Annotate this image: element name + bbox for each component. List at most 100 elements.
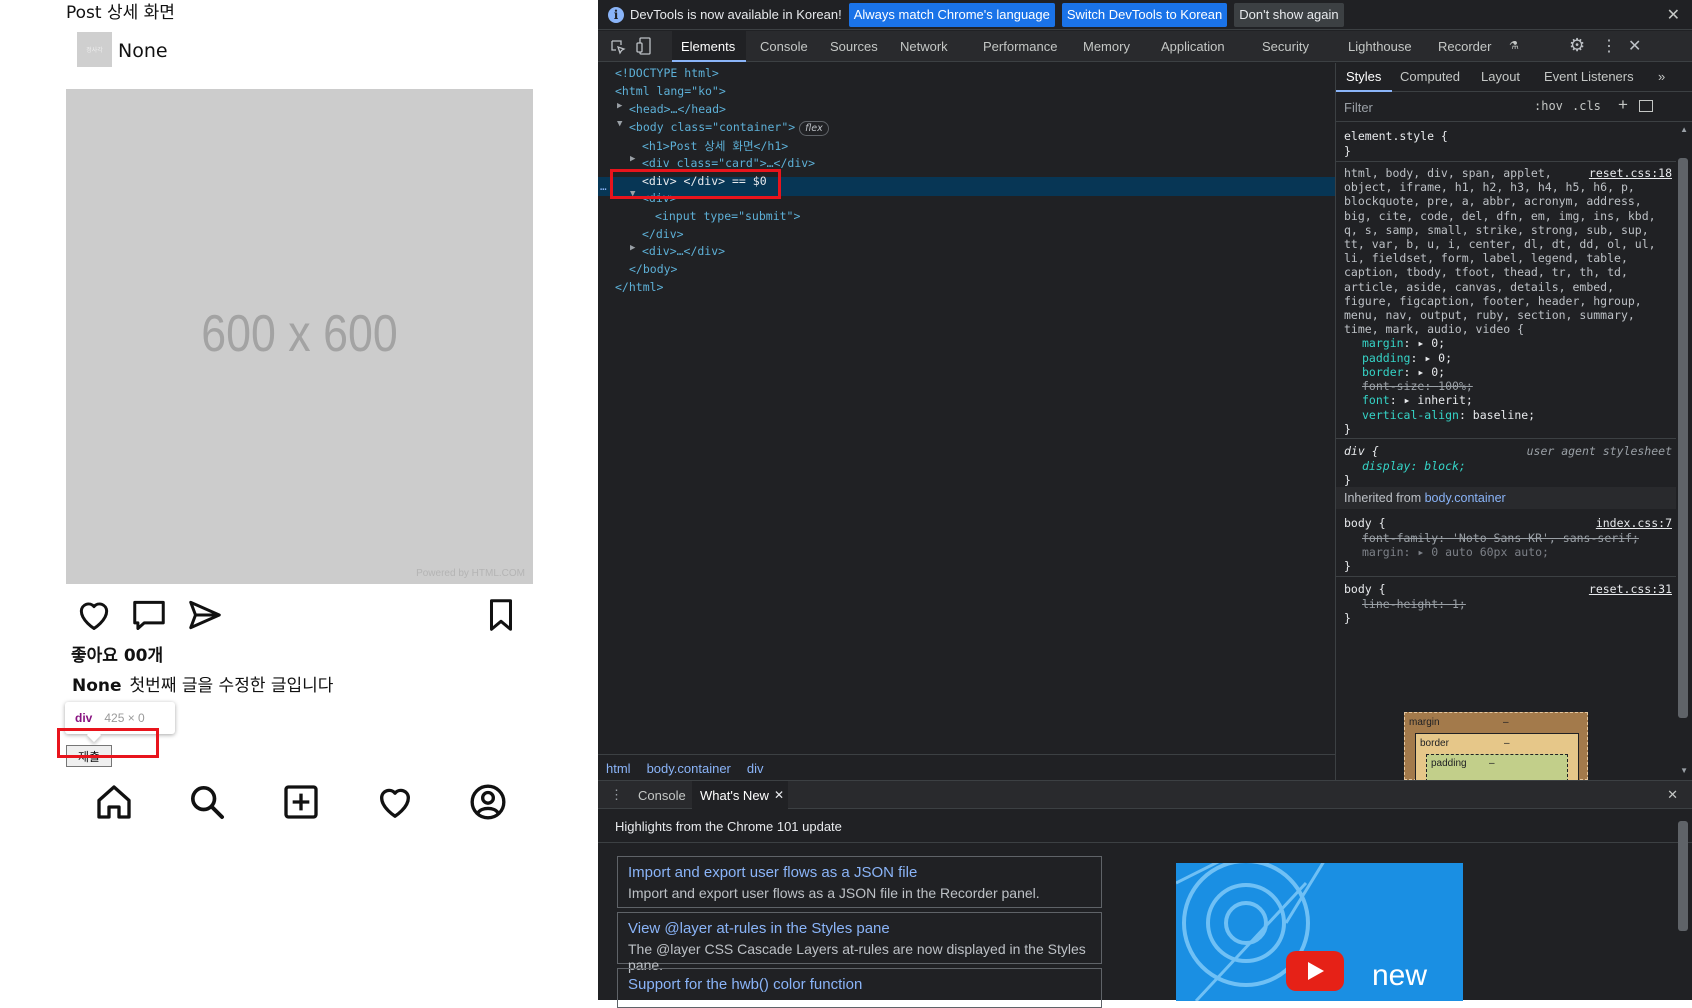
tab-network[interactable]: Network	[900, 39, 948, 54]
inspect-element-icon[interactable]	[610, 39, 626, 55]
breadcrumb-body[interactable]: body.container	[647, 761, 731, 776]
body-line-height[interactable]: line-height: 1;	[1362, 597, 1466, 611]
body-rule-2[interactable]: body {	[1344, 582, 1386, 596]
bookmark-icon[interactable]	[482, 596, 520, 634]
dont-show-again-button[interactable]: Don't show again	[1234, 2, 1344, 27]
box-model-border[interactable]: border – padding –	[1415, 733, 1579, 782]
close-icon[interactable]: ✕	[1667, 5, 1680, 25]
body-rule[interactable]: body {	[1344, 516, 1386, 530]
div-rule[interactable]: div {	[1344, 444, 1379, 458]
dom-html-close[interactable]: </html>	[615, 280, 663, 294]
dom-input-submit[interactable]: <input type="submit">	[655, 209, 800, 223]
reset-css-link-2[interactable]: reset.css:31	[1589, 582, 1672, 596]
expand-arrow-icon[interactable]: ▶	[617, 101, 622, 111]
close-devtools-icon[interactable]: ✕	[1628, 36, 1641, 56]
expand-arrow-icon[interactable]: ▶	[630, 243, 635, 253]
drawer-tab-console[interactable]: Console	[638, 788, 686, 803]
prop-border[interactable]: border: ▸ 0;	[1362, 365, 1445, 379]
switch-korean-button[interactable]: Switch DevTools to Korean	[1061, 2, 1228, 27]
drawer-active-tab[interactable]: What's New ✕	[692, 781, 788, 809]
dom-div-card[interactable]: <div class="card">…</div>	[642, 156, 815, 170]
drawer-menu-icon[interactable]: ⋮	[610, 787, 623, 803]
dom-head[interactable]: <head>…</head>	[629, 102, 726, 116]
inherited-link[interactable]: body.container	[1425, 491, 1506, 505]
infobar-message: DevTools is now available in Korean!	[630, 7, 842, 22]
tab-recorder[interactable]: Recorder	[1438, 39, 1491, 54]
toggle-sidebar-icon[interactable]	[1639, 100, 1653, 112]
whats-new-video-thumbnail[interactable]: new	[1176, 863, 1463, 1001]
tab-event-listeners[interactable]: Event Listeners	[1544, 69, 1634, 84]
more-tabs-icon[interactable]: »	[1658, 69, 1665, 84]
element-style-rule[interactable]: element.style {	[1344, 129, 1448, 143]
collapse-arrow-icon[interactable]: ▼	[617, 119, 622, 129]
prop-font-size[interactable]: font-size: 100%;	[1362, 379, 1473, 393]
prop-font[interactable]: font: ▸ inherit;	[1362, 393, 1473, 407]
tab-security[interactable]: Security	[1262, 39, 1309, 54]
post-username[interactable]: None	[118, 40, 168, 62]
send-icon[interactable]	[186, 596, 224, 634]
feature-card[interactable]: Support for the hwb() color function	[617, 968, 1102, 1008]
reset-css-link[interactable]: reset.css:18	[1589, 166, 1672, 180]
dom-html-open[interactable]: <html lang="ko">	[615, 84, 726, 98]
breadcrumb-div[interactable]: div	[747, 761, 764, 776]
prop-vertical-align[interactable]: vertical-align: baseline;	[1362, 408, 1535, 422]
tab-application[interactable]: Application	[1161, 39, 1225, 54]
flex-badge[interactable]: flex	[799, 121, 829, 136]
youtube-play-icon[interactable]	[1286, 951, 1344, 991]
dom-body-open[interactable]: <body class="container"> flex	[629, 120, 829, 136]
drawer-scrollbar[interactable]	[1678, 821, 1688, 931]
dom-div-collapsed[interactable]: <div>…</div>	[642, 244, 725, 258]
activity-heart-icon[interactable]	[375, 782, 415, 822]
more-options-icon[interactable]: ⋮	[1601, 36, 1617, 56]
match-language-button[interactable]: Always match Chrome's language	[848, 2, 1055, 27]
search-icon[interactable]	[187, 782, 227, 822]
box-model-margin[interactable]: margin – border – padding –	[1404, 712, 1588, 782]
index-css-link[interactable]: index.css:7	[1596, 516, 1672, 530]
dom-div-close[interactable]: </div>	[642, 227, 684, 241]
close-drawer-icon[interactable]: ✕	[1667, 787, 1678, 803]
comment-icon[interactable]	[130, 596, 168, 634]
reset-selector[interactable]: html, body, div, span, applet, object, i…	[1344, 166, 1656, 336]
dom-h1[interactable]: <h1>Post 상세 화면</h1>	[642, 138, 788, 154]
heart-icon[interactable]	[75, 596, 113, 634]
dom-doctype[interactable]: <!DOCTYPE html>	[615, 66, 719, 80]
new-rule-icon[interactable]: +	[1618, 95, 1628, 115]
tab-lighthouse[interactable]: Lighthouse	[1348, 39, 1412, 54]
tab-computed[interactable]: Computed	[1400, 69, 1460, 84]
body-margin[interactable]: margin: ▸ 0 auto 60px auto;	[1362, 545, 1549, 559]
breadcrumb-html[interactable]: html	[606, 761, 631, 776]
box-model-padding[interactable]: padding –	[1426, 754, 1568, 782]
tab-console[interactable]: Console	[760, 39, 808, 54]
feature-card[interactable]: Import and export user flows as a JSON f…	[617, 856, 1102, 908]
feature-title[interactable]: View @layer at-rules in the Styles pane	[628, 920, 890, 937]
caption-username[interactable]: None	[72, 676, 122, 696]
prop-margin[interactable]: margin: ▸ 0;	[1362, 336, 1445, 350]
tab-performance[interactable]: Performance	[983, 39, 1057, 54]
tab-styles[interactable]: Styles	[1346, 69, 1381, 84]
expand-arrow-icon[interactable]: ▶	[630, 154, 635, 164]
div-display-prop[interactable]: display: block;	[1362, 459, 1466, 473]
settings-gear-icon[interactable]: ⚙	[1569, 35, 1585, 56]
feature-card[interactable]: View @layer at-rules in the Styles pane …	[617, 912, 1102, 973]
device-toolbar-icon[interactable]	[636, 37, 652, 55]
tab-layout[interactable]: Layout	[1481, 69, 1520, 84]
close-tab-icon[interactable]: ✕	[774, 788, 784, 802]
add-post-icon[interactable]	[281, 782, 321, 822]
like-count: 좋아요 00개	[71, 646, 164, 666]
feature-title[interactable]: Support for the hwb() color function	[628, 976, 862, 993]
prop-padding[interactable]: padding: ▸ 0;	[1362, 351, 1452, 365]
profile-icon[interactable]	[468, 782, 508, 822]
dom-body-close[interactable]: </body>	[629, 262, 677, 276]
tab-elements[interactable]: Elements	[681, 39, 735, 54]
tab-memory[interactable]: Memory	[1083, 39, 1130, 54]
body-font-family[interactable]: font-family: 'Noto Sans KR', sans-serif;	[1362, 531, 1639, 545]
scroll-down-icon[interactable]: ▼	[1680, 766, 1688, 775]
home-icon[interactable]	[94, 782, 134, 822]
scroll-up-icon[interactable]: ▲	[1680, 125, 1688, 134]
styles-filter-input[interactable]: Filter	[1344, 100, 1373, 115]
tab-sources[interactable]: Sources	[830, 39, 878, 54]
styles-scrollbar[interactable]	[1678, 158, 1688, 718]
hov-toggle[interactable]: :hov	[1534, 99, 1563, 113]
cls-toggle[interactable]: .cls	[1572, 99, 1601, 113]
feature-title[interactable]: Import and export user flows as a JSON f…	[628, 864, 917, 881]
